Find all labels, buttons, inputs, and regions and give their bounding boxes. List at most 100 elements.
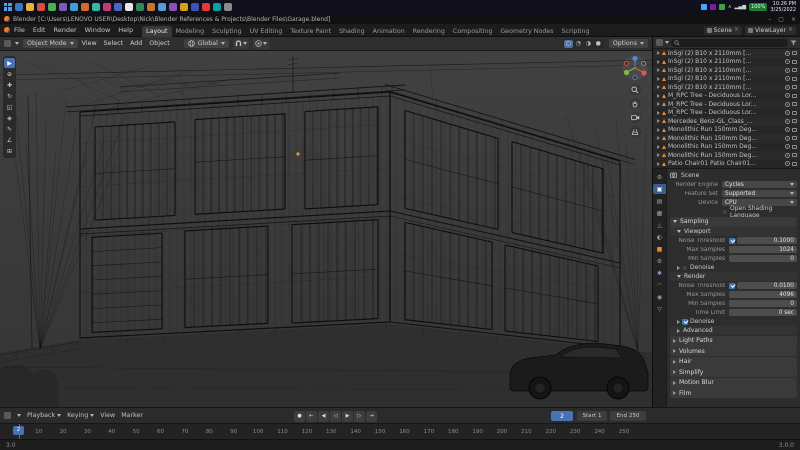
properties-tab[interactable]: ▤ [653,196,666,206]
outliner-editor-type-icon[interactable] [656,39,663,46]
menu-item[interactable]: Window [81,26,115,34]
outliner-row[interactable]: Monolithic Run 150mm Deg... [653,134,800,143]
transport-button[interactable]: ▷ [354,411,365,422]
navigation-gizmo[interactable] [622,55,648,81]
expand-chevron-icon[interactable] [657,102,660,106]
hide-in-viewport-eye-icon[interactable] [785,119,790,124]
advanced-subpanel-header[interactable]: Advanced [670,326,797,335]
viewport-menu-item[interactable]: View [82,40,97,47]
shading-mode-icon[interactable]: ● [594,40,603,48]
hide-in-viewport-eye-icon[interactable] [785,68,790,73]
taskbar-app-icon[interactable] [147,3,155,11]
workspace-tab[interactable]: Shading [335,26,369,37]
tray-app-icon[interactable] [701,4,707,10]
outliner-row[interactable]: Patio Chair01 Patio Chair01... [653,160,800,169]
windows-start-icon[interactable] [4,3,12,11]
properties-tab[interactable]: ⚙ [653,256,666,266]
outliner-row[interactable]: M_RPC Tree - Deciduous Lor... [653,109,800,118]
outliner-row[interactable]: Mercedes_Benz-GL_Class_... [653,117,800,126]
time-limit-field[interactable]: 0 sec [729,309,797,317]
disable-in-render-camera-icon[interactable] [792,51,798,55]
taskbar-app-icon[interactable] [191,3,199,11]
proportional-editing-toggle[interactable] [253,39,269,49]
current-frame-field[interactable]: 2 [551,411,573,421]
taskbar-app-icon[interactable] [169,3,177,11]
hide-in-viewport-eye-icon[interactable] [785,85,790,90]
properties-tab[interactable]: ▣ [653,184,666,194]
view-layer-selector[interactable]: ViewLayer × [745,26,796,35]
workspace-tab[interactable]: Geometry Nodes [496,26,557,37]
viewport-menu-item[interactable]: Select [104,40,123,47]
expand-chevron-icon[interactable] [657,77,660,81]
expand-chevron-icon[interactable] [657,94,660,98]
zoom-button[interactable] [630,84,641,95]
properties-section-header[interactable]: Motion Blur [670,378,797,388]
viewport-denoise-checkbox[interactable] [682,265,688,271]
outliner-row[interactable]: InSgl (2) B10 x 2110mm [... [653,66,800,75]
hide-in-viewport-eye-icon[interactable] [785,136,790,141]
transport-button[interactable]: ◁ [330,411,341,422]
taskbar-app-icon[interactable] [81,3,89,11]
disable-in-render-camera-icon[interactable] [792,68,798,72]
tool-button[interactable]: ⊞ [4,146,15,156]
filter-funnel-icon[interactable] [790,40,797,46]
tool-button[interactable]: ▶ [4,58,15,68]
expand-chevron-icon[interactable] [657,111,660,115]
pan-button[interactable] [630,98,641,109]
hide-in-viewport-eye-icon[interactable] [785,153,790,158]
scene-unlink-icon[interactable]: × [734,27,739,33]
expand-chevron-icon[interactable] [657,85,660,89]
keying-menu[interactable]: Keying [67,412,94,419]
properties-tab[interactable]: ✱ [653,268,666,278]
menu-item[interactable]: Help [114,26,137,34]
outliner-search-input[interactable] [671,39,788,47]
sampling-section-header[interactable]: Sampling [670,217,797,227]
disable-in-render-camera-icon[interactable] [792,119,798,123]
taskbar-clock[interactable]: 10:26 PM 3/25/2022 [770,1,796,13]
taskbar-app-icon[interactable] [224,3,232,11]
workspace-tab[interactable]: Texture Paint [286,26,335,37]
scene-selector[interactable]: Scene × [704,26,742,35]
options-dropdown[interactable]: Options [609,39,648,48]
properties-tab[interactable]: ◐ [653,232,666,242]
taskbar-app-icon[interactable] [103,3,111,11]
outliner-row[interactable]: InSgl (2) B10 x 2110mm [... [653,83,800,92]
perspective-toggle-button[interactable] [630,126,641,137]
expand-chevron-icon[interactable] [657,145,660,149]
disable-in-render-camera-icon[interactable] [792,136,798,140]
battery-indicator[interactable]: 100% [749,3,767,11]
tool-button[interactable]: ✚ [4,80,15,90]
disable-in-render-camera-icon[interactable] [792,60,798,64]
transport-button[interactable]: ▶ [342,411,353,422]
disable-in-render-camera-icon[interactable] [792,153,798,157]
outliner-row[interactable]: Monolithic Run 150mm Deg... [653,151,800,160]
tray-app-icon[interactable] [719,4,725,10]
hide-in-viewport-eye-icon[interactable] [785,127,790,132]
properties-tab[interactable]: ◠ [653,280,666,290]
render-engine-dropdown[interactable]: Cycles [722,181,797,189]
snapping-toggle[interactable] [233,39,249,49]
taskbar-app-icon[interactable] [114,3,122,11]
viewport-noise-threshold-field[interactable]: 0.1000 [737,237,797,245]
window-control-button[interactable]: ▢ [778,16,784,23]
outliner-row[interactable]: Monolithic Run 150mm Deg... [653,143,800,152]
tool-button[interactable]: ∠ [4,135,15,145]
feature-set-dropdown[interactable]: Supported [722,190,797,198]
hide-in-viewport-eye-icon[interactable] [785,59,790,64]
disable-in-render-camera-icon[interactable] [792,77,798,81]
taskbar-app-icon[interactable] [180,3,188,11]
properties-section-header[interactable]: Light Paths [670,336,797,346]
taskbar-app-icon[interactable] [213,3,221,11]
properties-tab[interactable]: ▦ [653,208,666,218]
properties-tab[interactable]: ■ [653,244,666,254]
viewport-subpanel-header[interactable]: Viewport [670,227,797,236]
taskbar-app-icon[interactable] [15,3,23,11]
playback-menu[interactable]: Playback [27,412,61,419]
shading-mode-icon[interactable]: ◔ [574,40,583,48]
transport-button[interactable]: ⇥ [366,411,377,422]
workspace-tab[interactable]: Scripting [558,26,594,37]
workspace-tab[interactable]: Compositing [449,26,496,37]
outliner-row[interactable]: InSgl (2) B10 x 2110mm [... [653,75,800,84]
expand-chevron-icon[interactable] [657,162,660,166]
hide-in-viewport-eye-icon[interactable] [785,76,790,81]
